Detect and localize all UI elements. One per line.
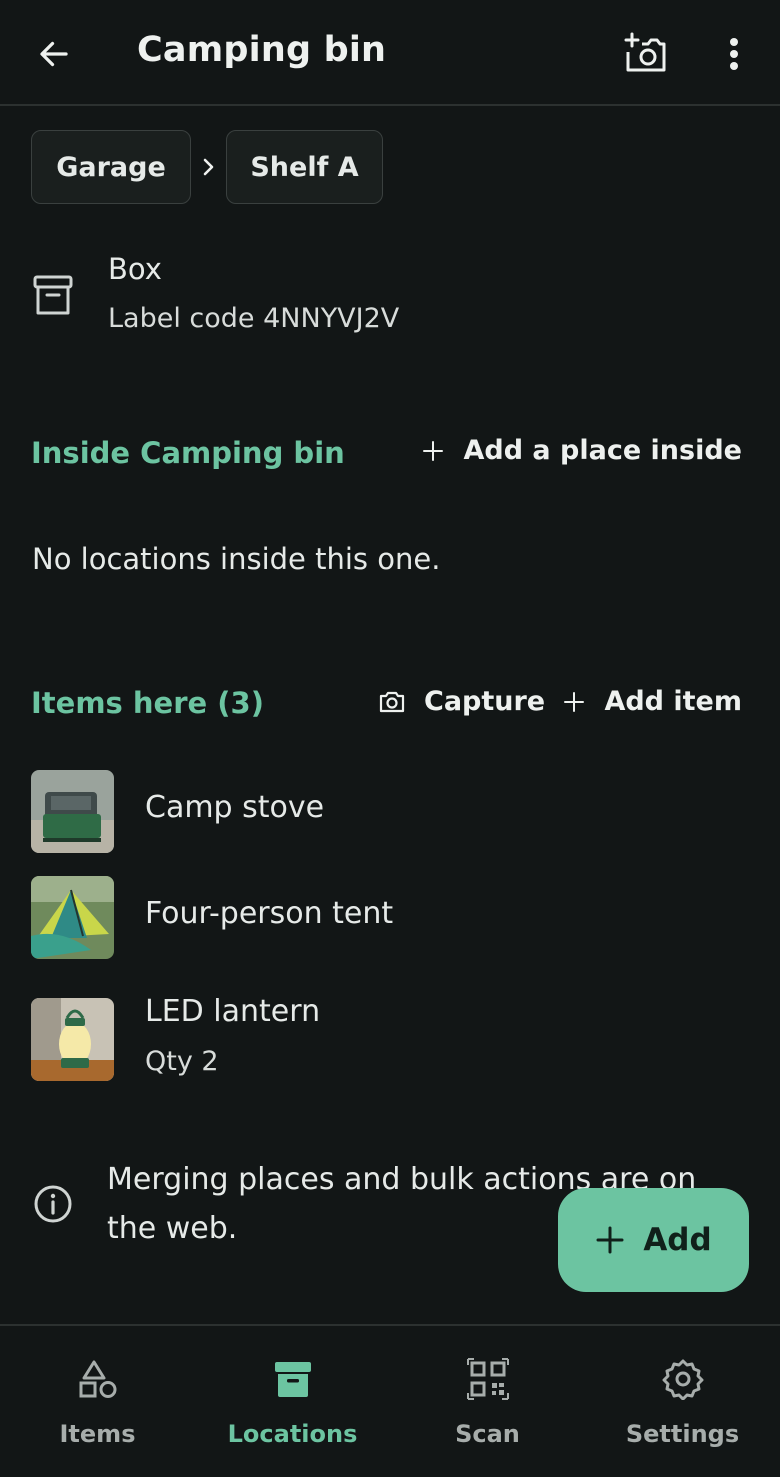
label-code: Label code 4NNYVJ2V: [108, 303, 400, 334]
item-row-four-person-tent[interactable]: Four-person tent: [0, 866, 780, 970]
tent-thumbnail: [31, 876, 114, 959]
chevron-right-icon: [198, 152, 220, 182]
more-options-button[interactable]: [712, 28, 756, 80]
capture-button[interactable]: Capture: [378, 686, 545, 717]
box-icon: [32, 274, 74, 318]
item-name: LED lantern: [145, 994, 321, 1029]
item-name: Camp stove: [145, 790, 325, 825]
nav-tab-settings[interactable]: Settings: [585, 1326, 780, 1477]
info-icon: [32, 1183, 74, 1225]
nav-tab-label: Locations: [227, 1420, 358, 1448]
more-vert-icon: [730, 38, 738, 70]
page-title: Camping bin: [137, 30, 387, 70]
qr-code-icon: [466, 1358, 509, 1400]
nav-tab-scan[interactable]: Scan: [390, 1326, 585, 1477]
lantern-thumbnail: [31, 998, 114, 1081]
add-fab-button[interactable]: Add: [558, 1188, 749, 1292]
nav-tab-label: Scan: [455, 1420, 520, 1448]
camera-plus-icon: [624, 32, 666, 72]
plus-icon: [564, 691, 585, 712]
nav-tab-label: Settings: [625, 1420, 740, 1448]
nav-tab-locations[interactable]: Locations: [195, 1326, 390, 1477]
inside-section-title: Inside Camping bin: [31, 436, 345, 470]
empty-locations-text: No locations inside this one.: [32, 542, 441, 576]
breadcrumb-shelf-a[interactable]: Shelf A: [226, 130, 383, 204]
breadcrumb-garage[interactable]: Garage: [31, 130, 191, 204]
plus-icon: [596, 1226, 624, 1254]
camera-icon: [379, 691, 405, 712]
bottom-navigation: Items Locations Scan Settings: [0, 1324, 780, 1477]
fab-label: Add: [643, 1222, 712, 1258]
add-place-inside-button[interactable]: Add a place inside: [421, 435, 742, 466]
plus-icon: [423, 440, 444, 461]
item-name: Four-person tent: [145, 896, 394, 931]
arrow-left-icon: [40, 41, 68, 67]
add-item-button[interactable]: Add item: [562, 686, 742, 717]
nav-tab-label: Items: [59, 1420, 136, 1448]
items-section-title: Items here (3): [31, 686, 264, 720]
add-item-label: Add item: [604, 686, 742, 717]
back-button[interactable]: [28, 28, 80, 80]
item-row-camp-stove[interactable]: Camp stove: [0, 760, 780, 864]
add-place-label: Add a place inside: [463, 435, 742, 466]
shapes-icon: [79, 1360, 116, 1398]
nav-tab-items[interactable]: Items: [0, 1326, 195, 1477]
capture-label: Capture: [424, 686, 546, 717]
item-row-led-lantern[interactable]: LED lantern Qty 2: [0, 986, 780, 1096]
archive-box-icon: [274, 1362, 311, 1397]
item-quantity: Qty 2: [145, 1046, 219, 1077]
add-photo-button[interactable]: [616, 26, 672, 82]
location-kind: Box: [108, 252, 162, 286]
camp-stove-thumbnail: [31, 770, 114, 853]
gear-icon: [662, 1359, 703, 1400]
